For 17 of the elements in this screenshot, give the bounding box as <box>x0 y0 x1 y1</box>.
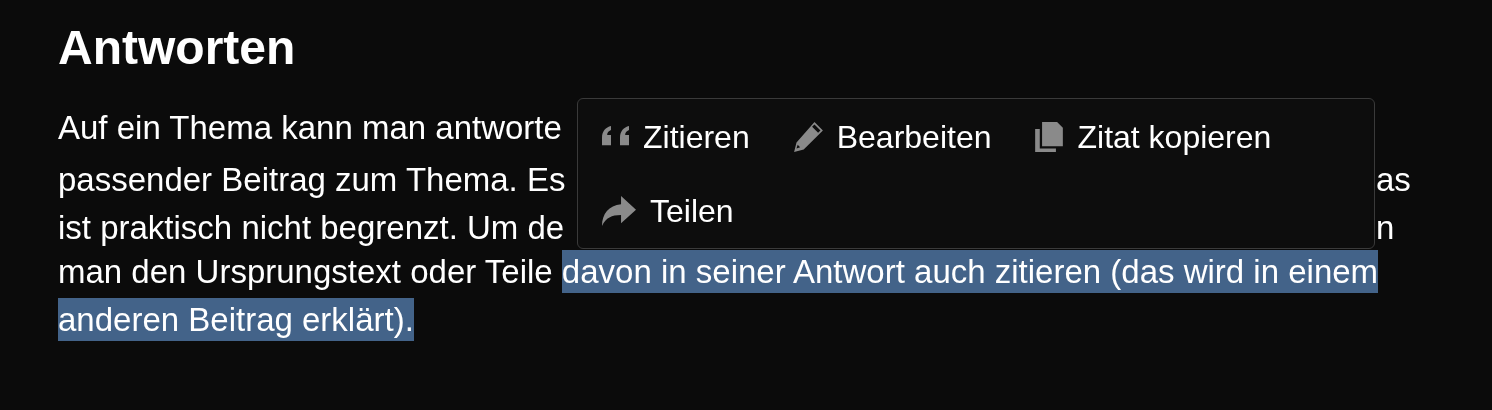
quote-icon <box>602 126 629 148</box>
menu-item[interactable]: Zitat kopieren <box>1033 112 1274 162</box>
selected-text: anderen Beitrag erklärt). <box>58 298 414 341</box>
share-icon <box>602 196 636 226</box>
selected-text: davon in seiner Antwort auch zitieren (das wird in einem <box>561 250 1379 293</box>
paragraph-text: passender Beitrag zum Thema. Es <box>58 160 566 200</box>
menu-item[interactable]: Zitieren <box>600 112 752 162</box>
copy-icon <box>1035 122 1064 152</box>
pencil-icon <box>793 122 823 152</box>
paragraph-text: Auf ein Thema kann man antworte <box>58 108 562 148</box>
paragraph-text: n <box>1376 208 1395 248</box>
menu-item[interactable]: Bearbeiten <box>791 112 994 162</box>
page-heading: Antworten <box>58 22 297 74</box>
paragraph-text: as <box>1376 160 1411 200</box>
paragraph-text: ist praktisch nicht begrenzt. Um de <box>58 208 565 248</box>
menu-item[interactable]: Teilen <box>600 186 736 236</box>
paragraph-text: man den Ursprungstext oder Teile <box>58 252 554 292</box>
